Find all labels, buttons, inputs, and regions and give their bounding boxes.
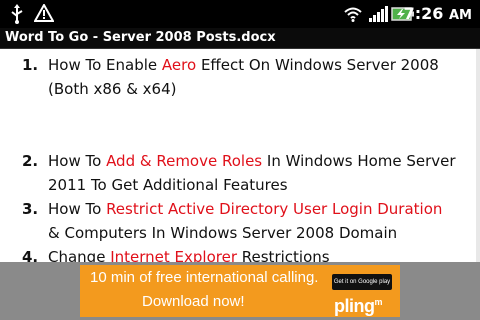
body-text: (Both x86 & x64) (48, 80, 177, 98)
plingm-logo: plingm (334, 292, 382, 316)
body-text: & Computers In Windows Server 2008 Domai… (48, 224, 398, 242)
scrollbar[interactable] (476, 49, 480, 262)
highlighted-text: Add & Remove Roles (106, 152, 263, 170)
list-item-number: 2. (22, 152, 39, 170)
body-text: Effect On Windows Server 2008 (196, 56, 439, 74)
list-item-line: How To Enable Aero Effect On Windows Ser… (48, 53, 480, 77)
list-item-line: How To Add & Remove Roles In Windows Hom… (48, 149, 480, 173)
list-item-line: (Both x86 & x64) (48, 77, 480, 101)
brand-name: pling (334, 296, 375, 316)
list-item-line: 2011 To Get Additional Features (48, 173, 480, 197)
body-text: How To (48, 200, 107, 218)
body-text: In Windows Home Server (262, 152, 456, 170)
ad-banner[interactable]: 10 min of free international calling. Do… (80, 265, 400, 317)
list-item-number: 4. (22, 248, 39, 262)
body-text: How To Enable (48, 56, 162, 74)
highlighted-text: Aero (161, 56, 197, 74)
body-text: Restrictions (237, 248, 330, 262)
status-time-suffix: AM (449, 8, 472, 23)
brand-suffix: m (374, 297, 383, 307)
highlighted-text: Internet Explorer (110, 248, 237, 262)
document-title: Word To Go - Server 2008 Posts.docx (5, 30, 276, 45)
wifi-icon (344, 7, 362, 22)
list-item-number: 1. (22, 56, 39, 74)
status-bar: 7:26 AM (0, 0, 480, 28)
status-time: 7:26 AM (404, 3, 472, 27)
google-play-badge: Get it on Google play (332, 274, 392, 290)
warning-icon (34, 4, 54, 22)
document-view[interactable]: 1. How To Enable Aero Effect On Windows S… (0, 49, 480, 262)
body-text: 2011 To Get Additional Features (48, 176, 288, 194)
signal-icon (369, 6, 388, 22)
usb-icon (11, 4, 23, 24)
body-text: How To (48, 152, 107, 170)
highlighted-text: Restrict Active Directory User Login Dur… (106, 200, 443, 218)
status-time-value: 7:26 (403, 4, 444, 23)
list-item-line: Change Internet Explorer Restrictions (48, 245, 480, 262)
list-item-line: How To Restrict Active Directory User Lo… (48, 197, 480, 221)
body-text: Change (48, 248, 111, 262)
document-title-bar: Word To Go - Server 2008 Posts.docx (0, 28, 480, 49)
list-item-line: & Computers In Windows Server 2008 Domai… (48, 221, 480, 245)
ad-cta: Download now! (142, 293, 245, 310)
list-item-number: 3. (22, 200, 39, 218)
